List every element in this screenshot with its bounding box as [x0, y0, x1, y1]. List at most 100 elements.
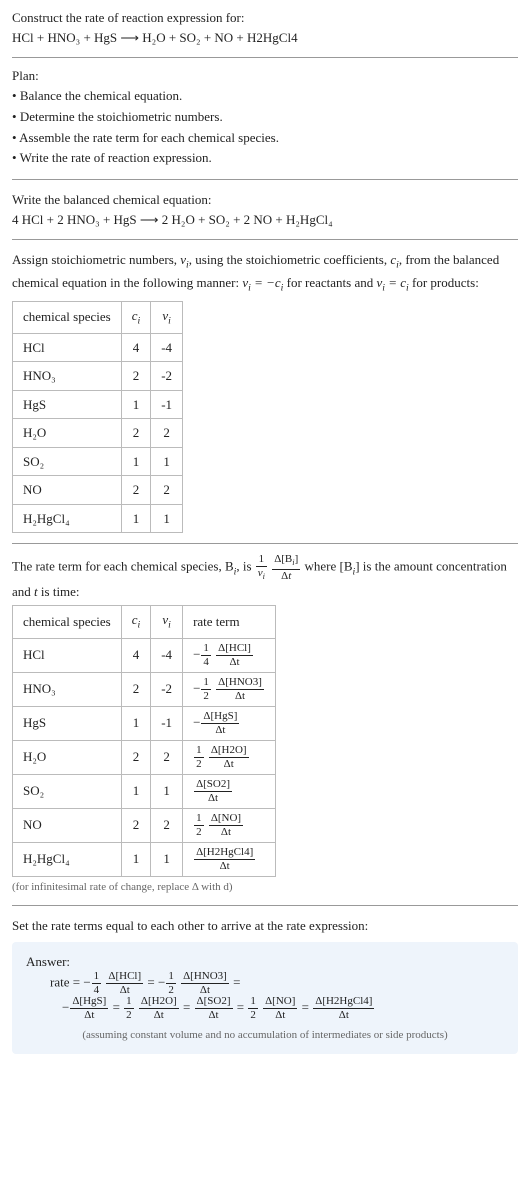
species-cell: SO₂: [13, 774, 122, 808]
species-cell: HNO₃: [13, 362, 122, 391]
assign-text: for reactants and: [283, 275, 376, 290]
plan-item: Write the rate of reaction expression.: [12, 148, 518, 169]
species-cell: HgS: [13, 706, 122, 740]
nu-cell: 2: [151, 476, 183, 505]
c-cell: 1: [121, 774, 151, 808]
species-cell: HCl: [13, 333, 122, 362]
table-row: SO₂11: [13, 447, 183, 476]
species-cell: NO: [13, 476, 122, 505]
species-cell: HgS: [13, 390, 122, 419]
table-row: H₂HgCl₄11: [13, 504, 183, 533]
c-cell: 1: [121, 447, 151, 476]
c-i: ci: [390, 252, 399, 267]
rate-term-cell: Δ[SO2]Δt: [183, 774, 276, 808]
table-header: ci: [121, 606, 151, 638]
table-header: νi: [151, 606, 183, 638]
nu-cell: 1: [151, 842, 183, 876]
table-row: NO2212 Δ[NO]Δt: [13, 808, 276, 842]
species-cell: SO₂: [13, 447, 122, 476]
rate-term-text: is time:: [38, 584, 80, 599]
rate-term-table: chemical species ci νi rate term HCl4-4−…: [12, 605, 276, 876]
table-row: HgS1-1: [13, 390, 183, 419]
rate-term-cell: −Δ[HgS]Δt: [183, 706, 276, 740]
table-header-row: chemical species ci νi rate term: [13, 606, 276, 638]
plan-item: Determine the stoichiometric numbers.: [12, 107, 518, 128]
intro-block: Construct the rate of reaction expressio…: [12, 8, 518, 47]
rate-term-cell: 12 Δ[NO]Δt: [183, 808, 276, 842]
balanced-heading: Write the balanced chemical equation:: [12, 192, 211, 207]
c-cell: 2: [121, 476, 151, 505]
rate-term-cell: 12 Δ[H2O]Δt: [183, 740, 276, 774]
species-cell: H₂O: [13, 419, 122, 448]
c-cell: 1: [121, 504, 151, 533]
table-header: ci: [121, 301, 151, 333]
rate-term-text: , is: [236, 559, 254, 574]
assign-text: for products:: [409, 275, 479, 290]
plan-list: Balance the chemical equation. Determine…: [12, 86, 518, 169]
table-header-row: chemical species ci νi: [13, 301, 183, 333]
plan-heading: Plan:: [12, 68, 39, 83]
table-row: HNO₃2-2: [13, 362, 183, 391]
table-row: HCl4-4: [13, 333, 183, 362]
c-cell: 2: [121, 808, 151, 842]
table-header: rate term: [183, 606, 276, 638]
c-cell: 2: [121, 740, 151, 774]
species-cell: H₂HgCl₄: [13, 504, 122, 533]
rate-term-cell: −14 Δ[HCl]Δt: [183, 638, 276, 672]
species-cell: H₂O: [13, 740, 122, 774]
balanced-block: Write the balanced chemical equation: 4 …: [12, 190, 518, 229]
c-cell: 2: [121, 362, 151, 391]
c-cell: 1: [121, 842, 151, 876]
table-row: HCl4-4−14 Δ[HCl]Δt: [13, 638, 276, 672]
rate-term-cell: −12 Δ[HNO3]Δt: [183, 672, 276, 706]
table-row: HgS1-1−Δ[HgS]Δt: [13, 706, 276, 740]
table-row: NO22: [13, 476, 183, 505]
answer-expression: rate = −14 Δ[HCl]Δt = −12 Δ[HNO3]Δt =−Δ[…: [50, 971, 504, 1021]
c-cell: 4: [121, 333, 151, 362]
separator: [12, 239, 518, 240]
c-cell: 2: [121, 672, 151, 706]
table-row: H₂HgCl₄11Δ[H2HgCl4]Δt: [13, 842, 276, 876]
plan-block: Plan: Balance the chemical equation. Det…: [12, 68, 518, 169]
rate-term-text: where [B: [304, 559, 352, 574]
assign-text: Assign stoichiometric numbers,: [12, 252, 180, 267]
fraction: Δ[Bi]Δt: [272, 554, 300, 581]
nu-cell: -1: [151, 390, 183, 419]
species-cell: HCl: [13, 638, 122, 672]
species-cell: HNO₃: [13, 672, 122, 706]
answer-assumption: (assuming constant volume and no accumul…: [26, 1027, 504, 1044]
table-header: chemical species: [13, 301, 122, 333]
nu-cell: 2: [151, 419, 183, 448]
nu-cell: -4: [151, 333, 183, 362]
nu-cell: 1: [151, 504, 183, 533]
table-row: H₂O2212 Δ[H2O]Δt: [13, 740, 276, 774]
nu-cell: 2: [151, 740, 183, 774]
answer-line: rate = −14 Δ[HCl]Δt = −12 Δ[HNO3]Δt =: [50, 971, 504, 996]
answer-block: Answer: rate = −14 Δ[HCl]Δt = −12 Δ[HNO3…: [12, 942, 518, 1054]
nu-cell: -1: [151, 706, 183, 740]
nu-cell: -2: [151, 362, 183, 391]
intro-line1: Construct the rate of reaction expressio…: [12, 10, 244, 25]
nu-cell: 2: [151, 808, 183, 842]
assign-text: , using the stoichiometric coefficients,: [189, 252, 391, 267]
rate-term-text: The rate term for each chemical species,…: [12, 559, 234, 574]
table-row: H₂O22: [13, 419, 183, 448]
separator: [12, 57, 518, 58]
stoich-table: chemical species ci νi HCl4-4 HNO₃2-2 Hg…: [12, 301, 183, 534]
answer-label: Answer:: [26, 952, 504, 972]
plan-item: Balance the chemical equation.: [12, 86, 518, 107]
separator: [12, 905, 518, 906]
intro-line2: HCl + HNO₃ + HgS ⟶ H₂O + SO₂ + NO + H2Hg…: [12, 30, 298, 45]
assign-block: Assign stoichiometric numbers, νi, using…: [12, 250, 518, 533]
rate-term-block: The rate term for each chemical species,…: [12, 554, 518, 895]
table-row: HNO₃2-2−12 Δ[HNO3]Δt: [13, 672, 276, 706]
c-cell: 2: [121, 419, 151, 448]
nu-cell: -2: [151, 672, 183, 706]
nu-cell: -4: [151, 638, 183, 672]
fraction: 1νi: [256, 554, 267, 581]
c-cell: 1: [121, 706, 151, 740]
separator: [12, 179, 518, 180]
nu-i: νi: [180, 252, 189, 267]
answer-line: −Δ[HgS]Δt = 12 Δ[H2O]Δt = Δ[SO2]Δt = 12 …: [62, 996, 504, 1021]
rate-term-cell: Δ[H2HgCl4]Δt: [183, 842, 276, 876]
